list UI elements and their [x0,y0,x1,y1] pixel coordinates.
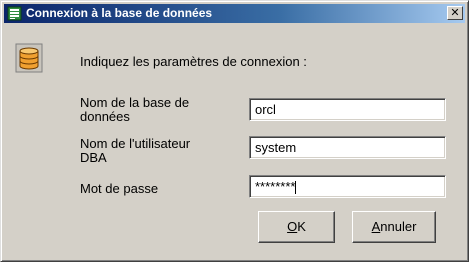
database-name-input[interactable]: orcl [249,98,446,121]
database-icon [15,43,43,73]
password-label: Mot de passe [80,181,159,196]
ok-button[interactable]: OK [258,211,335,243]
password-mask: ******** [255,179,296,194]
database-name-label: Nom de la base de données [80,95,190,124]
text-caret [295,181,297,195]
close-button[interactable]: ✕ [447,6,463,20]
window-title: Connexion à la base de données [26,6,213,20]
close-icon: ✕ [450,7,460,19]
instruction-text: Indiquez les paramètres de connexion : [80,54,307,69]
dba-user-label: Nom de l'utilisateur DBA [80,136,191,165]
connection-dialog: Connexion à la base de données ✕ Indique… [0,0,469,262]
app-icon [7,6,22,21]
title-bar[interactable]: Connexion à la base de données ✕ [4,4,465,23]
cancel-button[interactable]: Annuler [352,211,436,243]
dba-user-input[interactable]: system [249,136,446,159]
password-input[interactable]: ******** [249,175,446,198]
